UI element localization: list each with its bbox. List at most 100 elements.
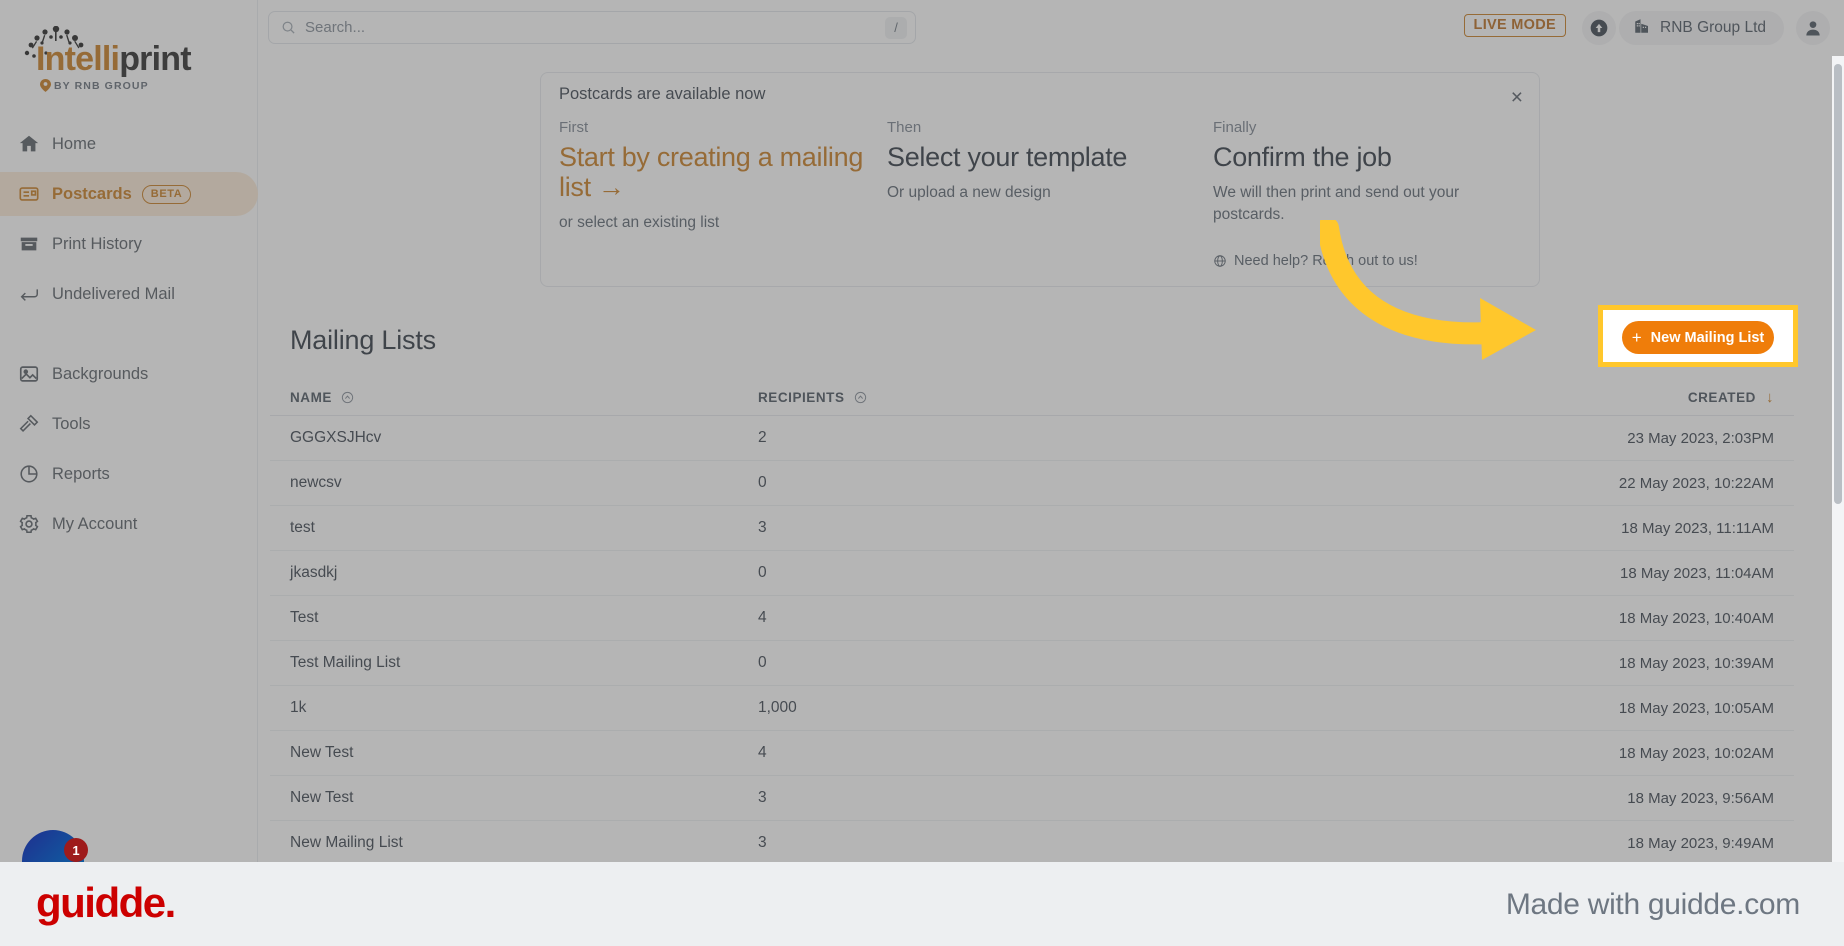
sidebar-item-label: My Account [52,514,138,533]
sort-descending-arrow-icon[interactable]: ↓ [1766,389,1774,406]
sidebar-item-backgrounds[interactable]: Backgrounds [0,352,258,396]
return-arrow-icon [18,283,52,305]
logo-text-secondary: print [119,40,191,78]
cell-created: 18 May 2023, 10:02AM [1618,744,1774,762]
table-row[interactable]: New Mailing List 3 18 May 2023, 9:49AM [270,821,1794,862]
table-row[interactable]: jkasdkj 0 18 May 2023, 11:04AM [270,551,1794,596]
search-placeholder-text: Search... [305,19,366,36]
table-header-row: NAME RECIPIENTS CREATED ↓ [270,380,1794,416]
cell-created: 23 May 2023, 2:03PM [1627,429,1774,447]
beta-badge: BETA [141,184,192,204]
cell-recipients: 0 [758,474,767,491]
sidebar-item-label: Home [52,134,97,153]
close-icon[interactable]: × [1511,87,1523,108]
home-icon [18,133,52,155]
guidde-footer: guidde. Made with guidde.com [0,862,1844,946]
table-row[interactable]: Test Mailing List 0 18 May 2023, 10:39AM [270,641,1794,686]
cell-name: jkasdkj [290,564,338,581]
cell-name: 1k [290,699,307,716]
cell-created: 22 May 2023, 10:22AM [1618,474,1774,492]
archive-icon [18,233,52,255]
chat-unread-badge: 1 [64,838,88,862]
banner-step-heading: Select your template [887,142,1128,172]
page-title: Mailing Lists [290,325,436,355]
new-mailing-list-label: New Mailing List [1650,329,1765,346]
cell-recipients: 4 [758,609,767,626]
cell-recipients: 0 [758,564,767,581]
table-row[interactable]: GGGXSJHcv 2 23 May 2023, 2:03PM [270,416,1794,461]
table-row[interactable]: test 3 18 May 2023, 11:11AM [270,506,1794,551]
sidebar-item-home[interactable]: Home [0,122,258,166]
table-row[interactable]: New Test 3 18 May 2023, 9:56AM [270,776,1794,821]
organization-selector[interactable]: RNB Group Ltd [1619,11,1784,45]
upgrade-button[interactable] [1582,11,1616,45]
user-avatar-button[interactable] [1796,11,1830,45]
column-header-created-label: CREATED [1687,390,1756,405]
sidebar-item-tools[interactable]: Tools [0,402,258,446]
cell-name: GGGXSJHcv [290,429,382,446]
sidebar: Intelliprint BY RNB GROUP Home Postcards… [0,0,258,862]
mailing-lists-table: NAME RECIPIENTS CREATED ↓ GGGXSJHcv 2 23… [270,380,1794,862]
banner-step-heading-link[interactable]: Start by creating a mailing list → [559,142,879,202]
guidde-logo: guidde. [36,879,176,926]
location-pin-icon [40,79,51,92]
app-logo[interactable]: Intelliprint BY RNB GROUP [16,26,226,92]
banner-step-label: First [559,119,589,136]
cell-recipients: 2 [758,429,767,446]
cell-created: 18 May 2023, 10:40AM [1618,609,1774,627]
cell-name: test [290,519,315,536]
application-window: Intelliprint BY RNB GROUP Home Postcards… [0,0,1844,862]
cell-name: newcsv [290,474,342,491]
sidebar-item-label: Reports [52,464,110,483]
search-input[interactable]: Search... / [268,11,916,44]
logo-text-primary: Intelli [36,40,120,78]
cell-created: 18 May 2023, 10:39AM [1618,654,1774,672]
new-mailing-list-button[interactable]: + New Mailing List [1622,321,1774,354]
table-row[interactable]: Test 4 18 May 2023, 10:40AM [270,596,1794,641]
sidebar-item-print-history[interactable]: Print History [0,222,258,266]
column-header-recipients-label: RECIPIENTS [758,390,845,405]
sidebar-item-undelivered-mail[interactable]: Undelivered Mail [0,272,258,316]
sort-toggle-icon[interactable] [341,391,354,404]
cell-recipients: 3 [758,519,767,536]
table-row[interactable]: New Test 4 18 May 2023, 10:02AM [270,731,1794,776]
cell-created: 18 May 2023, 11:11AM [1621,519,1774,537]
sidebar-item-my-account[interactable]: My Account [0,502,258,546]
cell-name: New Mailing List [290,834,403,851]
person-icon [1806,21,1820,36]
cell-recipients: 3 [758,789,767,806]
sort-toggle-icon[interactable] [854,391,867,404]
cell-recipients: 3 [758,834,767,851]
banner-step-sub: or select an existing list [559,214,720,232]
sidebar-item-label: Print History [52,234,142,253]
cell-created: 18 May 2023, 10:05AM [1618,699,1774,717]
banner-step-finally: Finally Confirm the job We will then pri… [1213,119,1523,226]
column-header-created[interactable]: CREATED ↓ [1558,389,1794,406]
cell-name: Test Mailing List [290,654,401,671]
banner-title: Postcards are available now [559,85,766,103]
column-header-name[interactable]: NAME [270,390,758,405]
column-header-name-label: NAME [290,390,332,405]
sidebar-item-postcards[interactable]: Postcards BETA [0,172,258,216]
cell-recipients: 0 [758,654,767,671]
live-mode-badge[interactable]: LIVE MODE [1463,14,1566,37]
cell-name: Test [290,609,319,626]
banner-step-label: Then [887,119,922,136]
sidebar-item-label: Backgrounds [52,364,149,383]
search-icon [281,20,296,35]
table-row[interactable]: newcsv 0 22 May 2023, 10:22AM [270,461,1794,506]
globe-icon [1213,254,1227,268]
sidebar-item-reports[interactable]: Reports [0,452,258,496]
column-header-recipients[interactable]: RECIPIENTS [758,390,1558,405]
cell-recipients: 4 [758,744,767,761]
sidebar-item-label: Postcards [52,184,132,203]
organization-name: RNB Group Ltd [1660,19,1766,36]
sidebar-divider-gap [0,322,258,352]
plus-icon: + [1631,327,1642,347]
vertical-scrollbar-thumb[interactable] [1834,64,1842,504]
arrow-up-circle-icon [1590,19,1608,37]
need-help-link[interactable]: Need help? Reach out to us! [1213,253,1418,269]
table-row[interactable]: 1k 1,000 18 May 2023, 10:05AM [270,686,1794,731]
logo-wordmark: Intelliprint [36,40,192,78]
banner-step-sub: We will then print and send out your pos… [1213,184,1460,224]
